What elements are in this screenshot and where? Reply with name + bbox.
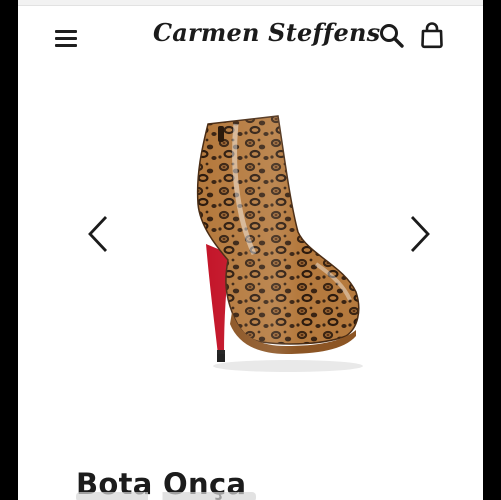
brand-logo[interactable]: Carmen Steffens [153,18,380,47]
hamburger-menu-icon[interactable] [54,28,78,50]
search-icon[interactable] [378,22,406,50]
app-screen: Carmen Steffens Bota Onça [18,0,483,500]
product-image-carousel[interactable] [18,96,483,396]
cut-off-subtitle [76,492,256,500]
site-header: Carmen Steffens [18,6,483,66]
product-photo [166,114,366,380]
chevron-left-icon[interactable] [84,214,114,254]
chevron-right-icon[interactable] [404,214,434,254]
shopping-bag-icon[interactable] [419,21,445,49]
